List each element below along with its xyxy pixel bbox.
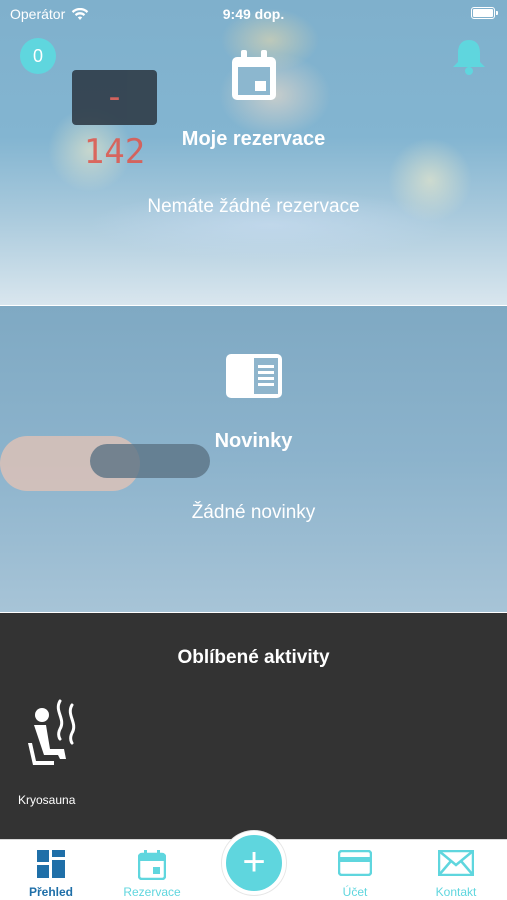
calendar-icon [0,50,507,102]
grid-icon [6,850,96,878]
tab-label: Účet [342,885,368,899]
envelope-icon [411,850,501,876]
add-reservation-button[interactable]: + [222,831,286,895]
tab-prehled[interactable]: Přehled [6,840,96,900]
reservations-empty-text: Nemáte žádné rezervace [147,196,360,217]
tab-label: Přehled [28,885,73,899]
tab-label: Kontakt [435,885,477,899]
news-panel[interactable]: Novinky Žádné novinky [0,306,507,612]
clock: 9:49 dop. [222,6,285,22]
favorites-title: Oblíbené aktivity [177,647,330,668]
news-title: Novinky [214,430,293,452]
bell-icon[interactable] [449,36,489,76]
tab-rezervace[interactable]: Rezervace [107,840,197,900]
reservations-panel[interactable]: - 142 Moje rezervace Nemáte žádné rezerv… [0,0,507,305]
card-icon [310,850,400,876]
news-empty-text: Žádné novinky [191,502,316,523]
tab-label: Rezervace [123,885,181,899]
tab-kontakt[interactable]: Kontakt [411,840,501,900]
battery-icon [471,7,498,19]
favorites-section: Oblíbené aktivity Kryosauna [0,613,507,839]
news-icon [0,354,507,398]
status-bar: Operátor 9:49 dop. [0,0,507,30]
favorite-item-kryosauna[interactable]: Kryosauna [18,697,98,817]
reservations-title: Moje rezervace [181,128,326,150]
notification-count-badge[interactable]: 0 [20,38,56,74]
tab-ucet[interactable]: Účet [310,840,400,900]
sauna-icon [28,699,76,765]
calendar-icon [107,850,197,880]
favorite-item-label: Kryosauna [18,793,76,807]
